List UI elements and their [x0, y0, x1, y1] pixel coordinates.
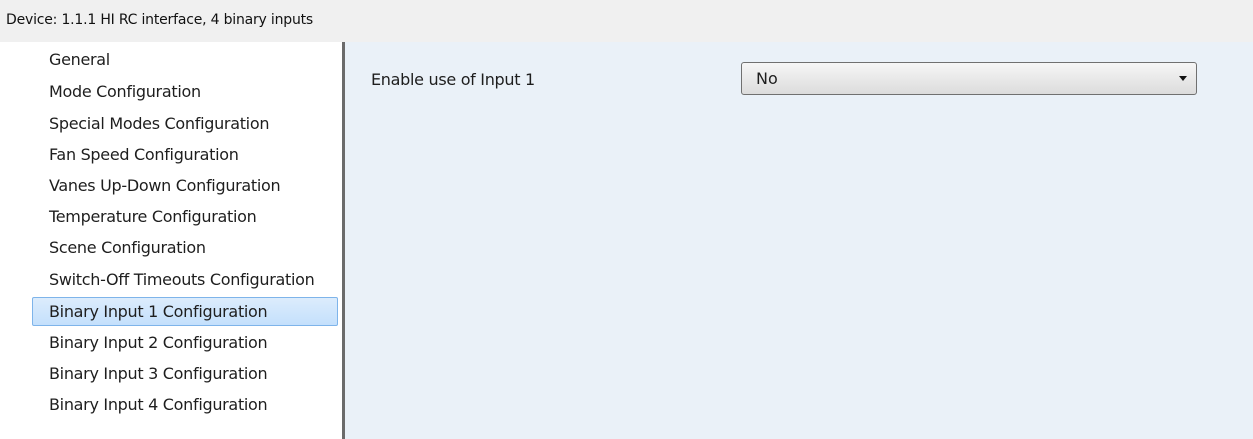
sidebar-item-binary-input-2-configuration[interactable]: Binary Input 2 Configuration [32, 329, 338, 358]
enable-input-1-label: Enable use of Input 1 [371, 70, 535, 89]
parameter-panel: Enable use of Input 1 No [345, 42, 1253, 439]
sidebar-item-vanes-up-down-configuration[interactable]: Vanes Up-Down Configuration [32, 172, 338, 201]
sidebar-item-mode-configuration[interactable]: Mode Configuration [32, 78, 338, 107]
sidebar-item-scene-configuration[interactable]: Scene Configuration [32, 234, 338, 263]
sidebar-item-binary-input-4-configuration[interactable]: Binary Input 4 Configuration [32, 391, 338, 420]
chevron-down-icon [1179, 76, 1187, 81]
dropdown-selected-value: No [756, 69, 778, 88]
sidebar-item-temperature-configuration[interactable]: Temperature Configuration [32, 203, 338, 232]
sidebar-item-general[interactable]: General [32, 46, 338, 75]
window-title: Device: 1.1.1 HI RC interface, 4 binary … [0, 0, 1253, 42]
sidebar-item-binary-input-1-configuration[interactable]: Binary Input 1 Configuration [32, 297, 338, 326]
sidebar-item-fan-speed-configuration[interactable]: Fan Speed Configuration [32, 141, 338, 170]
sidebar-item-binary-input-3-configuration[interactable]: Binary Input 3 Configuration [32, 360, 338, 389]
sidebar-item-special-modes-configuration[interactable]: Special Modes Configuration [32, 110, 338, 139]
sidebar-nav: General Mode Configuration Special Modes… [0, 42, 342, 439]
sidebar-item-switch-off-timeouts-configuration[interactable]: Switch-Off Timeouts Configuration [32, 266, 338, 295]
enable-input-1-dropdown[interactable]: No [741, 62, 1197, 95]
